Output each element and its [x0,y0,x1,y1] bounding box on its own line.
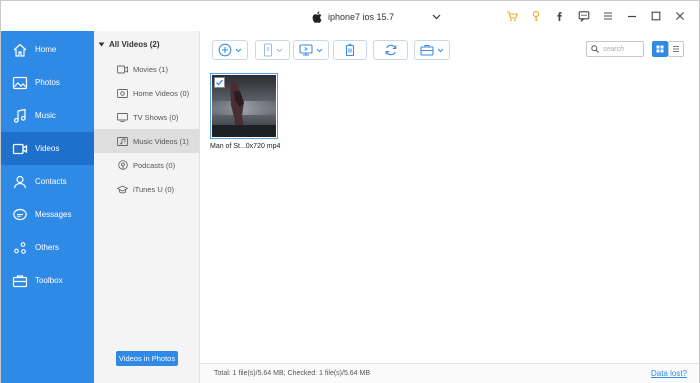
list-view-button[interactable] [668,41,684,57]
add-button[interactable] [212,40,248,60]
toolkit-icon [420,44,434,56]
video-tile[interactable] [210,73,278,139]
sidebar-item-contacts[interactable]: Contacts [1,165,94,198]
category-label: Movies (1) [133,64,169,74]
category-podcasts[interactable]: Podcasts (0) [94,153,199,177]
category-label: iTunes U (0) [133,184,174,194]
search-placeholder: search [603,45,625,53]
sidebar-item-messages[interactable]: Messages [1,198,94,231]
videos-in-photos-button[interactable]: Videos in Photos [116,351,178,366]
export-pc-icon [299,44,313,56]
status-bar: Total: 1 file(s)/5.64 MB; Checked: 1 fil… [200,363,699,383]
chevron-down-icon [437,48,444,52]
maximize-icon[interactable] [649,9,663,23]
category-itunes-u[interactable]: iTunes U (0) [94,177,199,201]
tv-icon [117,112,128,122]
sidebar-item-photos[interactable]: Photos [1,66,94,99]
feedback-icon[interactable] [577,9,591,23]
sidebar-item-others[interactable]: Others [1,231,94,264]
chevron-down-icon [235,48,242,52]
checkmark-icon [216,79,223,86]
sidebar-item-home[interactable]: Home [1,33,94,66]
category-movies[interactable]: Movies (1) [94,57,199,81]
category-label: TV Shows (0) [133,112,179,122]
status-summary: Total: 1 file(s)/5.64 MB; Checked: 1 fil… [214,370,371,377]
podcast-icon [117,160,128,170]
main-sidebar: Home Photos Music Videos Contacts Messag… [1,31,94,383]
photos-icon [11,74,29,92]
category-label: Music Videos (1) [133,136,189,146]
grid-icon [656,45,664,53]
sidebar-item-label: Contacts [35,177,67,186]
list-icon [673,46,679,52]
export-device-icon [263,43,272,57]
data-lost-link[interactable]: Data lost? [651,369,687,378]
others-icon [11,239,29,257]
category-panel: All Videos (2) Movies (1) Home Videos (0… [94,31,200,383]
video-checkbox[interactable] [214,77,225,88]
search-icon [591,45,599,53]
refresh-button[interactable] [373,40,408,60]
delete-icon [345,43,355,57]
export-device-button[interactable] [255,40,290,60]
facebook-icon[interactable] [553,9,567,23]
device-name: iphone7 ios 15.7 [328,12,395,22]
sidebar-item-label: Toolbox [35,276,63,285]
home-icon [11,41,29,59]
titlebar-icons [505,9,687,23]
sidebar-item-label: Videos [35,144,60,153]
category-label: Home Videos (0) [133,88,190,98]
cart-icon[interactable] [505,9,519,23]
home-video-icon [117,88,128,98]
app-window: iphone7 ios 15.7 Home Photos Music Video… [0,0,700,383]
toolbar: search [200,31,699,67]
caret-down-icon [98,42,105,47]
key-icon[interactable] [529,9,543,23]
music-video-icon [117,136,128,146]
music-icon [11,107,29,125]
export-pc-button[interactable] [293,40,329,60]
delete-button[interactable] [333,40,367,60]
device-selector[interactable]: iphone7 ios 15.7 [312,9,394,25]
contacts-icon [11,173,29,191]
titlebar: iphone7 ios 15.7 [1,1,699,31]
chevron-down-icon [276,48,282,52]
close-icon[interactable] [673,9,687,23]
category-music-videos[interactable]: Music Videos (1) [94,129,199,153]
movie-icon [117,64,128,74]
menu-icon[interactable] [601,9,615,23]
grid-view-button[interactable] [652,41,668,57]
video-caption: Man of St...0x720 mp4 [210,143,281,150]
sidebar-item-toolbox[interactable]: Toolbox [1,264,94,297]
apple-icon [312,11,322,23]
videos-icon [11,140,29,158]
category-home-videos[interactable]: Home Videos (0) [94,81,199,105]
sidebar-item-label: Others [35,243,60,252]
refresh-icon [385,44,396,56]
all-videos-label: All Videos (2) [109,40,160,49]
sidebar-item-music[interactable]: Music [1,99,94,132]
toolbox-icon [11,272,29,290]
sidebar-item-label: Home [35,45,57,54]
sidebar-item-label: Music [35,111,56,120]
messages-icon [11,206,29,224]
sidebar-item-label: Photos [35,78,60,87]
itunes-u-icon [117,184,128,194]
chevron-down-icon[interactable] [432,12,441,21]
content-area: Man of St...0x720 mp4 [200,67,699,363]
toolkit-button[interactable] [414,40,450,60]
category-label: Podcasts (0) [133,160,176,170]
sidebar-item-label: Messages [35,210,72,219]
chevron-down-icon [316,48,323,52]
all-videos-header[interactable]: All Videos (2) [98,40,160,49]
minimize-icon[interactable] [625,9,639,23]
search-box[interactable]: search [586,41,644,57]
category-tv-shows[interactable]: TV Shows (0) [94,105,199,129]
add-icon [218,43,232,57]
sidebar-item-videos[interactable]: Videos [1,132,94,165]
